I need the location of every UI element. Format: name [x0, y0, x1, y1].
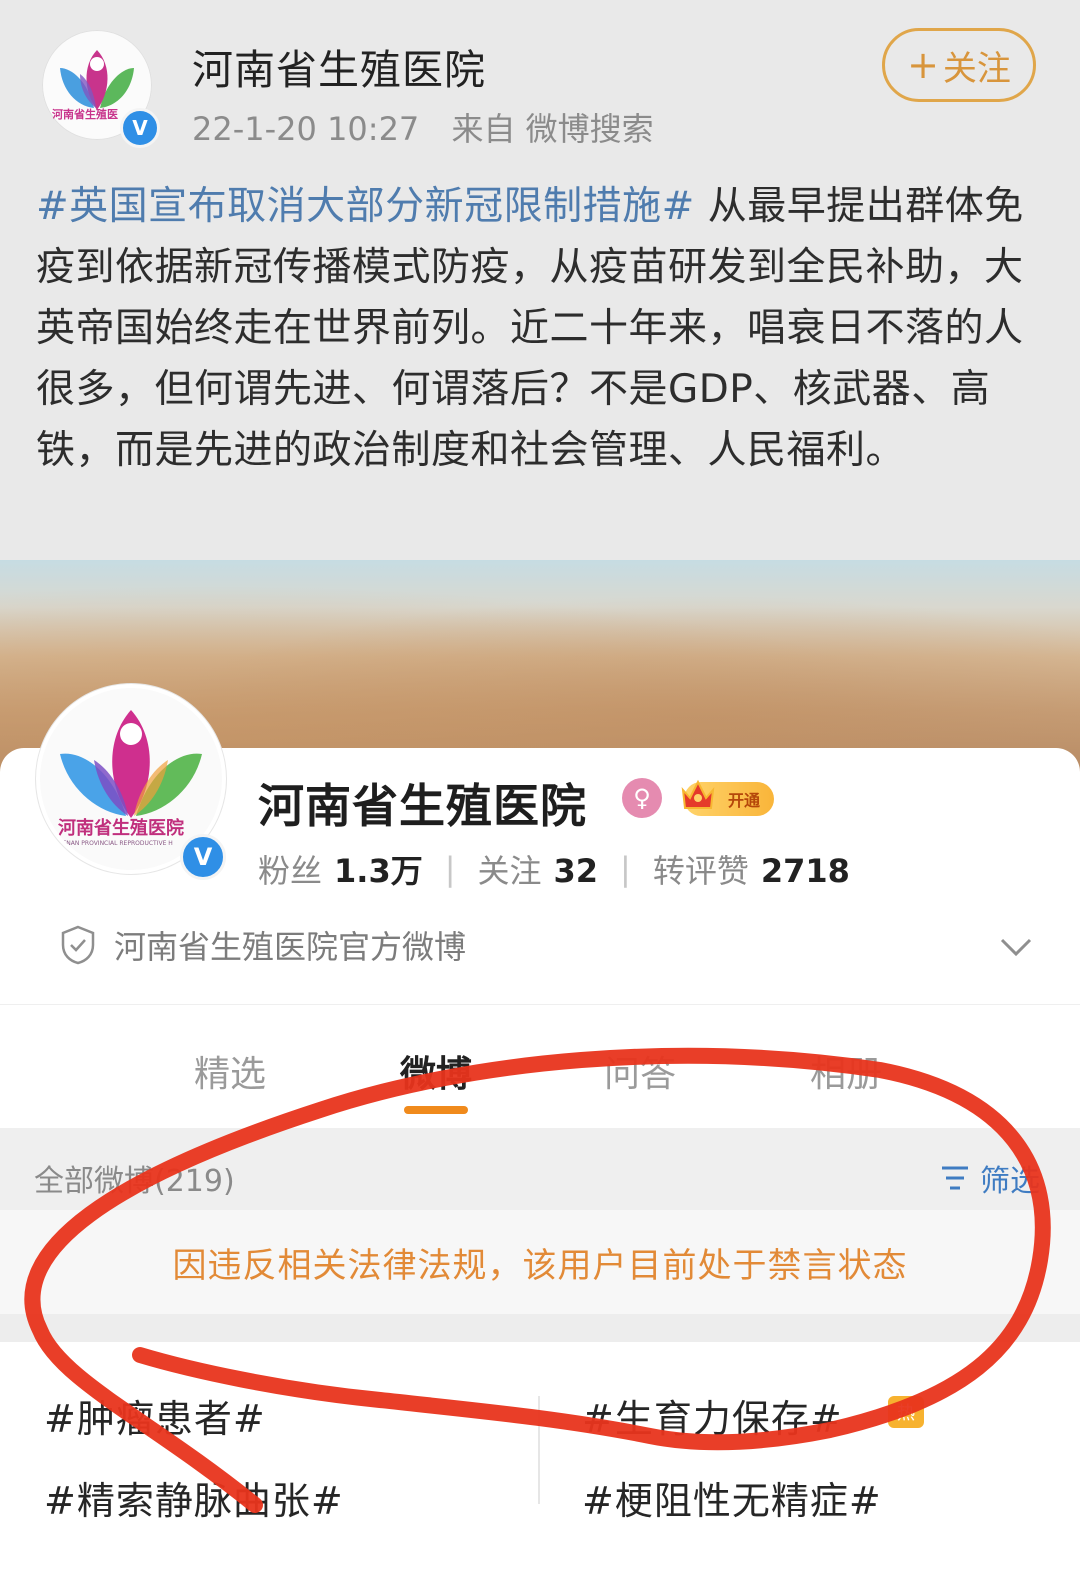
logo-chinese-text: 河南省生殖医院: [58, 818, 184, 839]
section-gap: [0, 1314, 1080, 1342]
banned-notice: 因违反相关法律法规，该用户目前处于禁言状态: [0, 1210, 1080, 1314]
stat-divider: |: [444, 850, 456, 888]
following-count: 32: [553, 852, 599, 890]
vip-label: 开通: [727, 791, 760, 810]
post-time: 22-1-20 10:27: [192, 110, 420, 148]
female-icon: ♀: [622, 778, 662, 818]
crown-icon: [681, 779, 715, 809]
plus-icon: +: [907, 43, 939, 87]
verified-text: 河南省生殖医院官方微博: [114, 928, 467, 966]
interactions-count: 2718: [760, 852, 850, 890]
fans-label: 粉丝: [258, 852, 323, 890]
fans-count: 1.3万: [334, 852, 423, 890]
stat-divider: |: [620, 850, 631, 888]
topic-link[interactable]: #精索静脉曲张#: [44, 1470, 344, 1525]
filter-button[interactable]: 筛选: [940, 1156, 1040, 1200]
verified-icon: V: [120, 108, 160, 148]
tab-featured[interactable]: 精选: [194, 1045, 266, 1097]
logo-small-text: 河南省生殖医: [52, 108, 118, 121]
interactions-stat[interactable]: 转评赞 2718: [653, 846, 850, 892]
following-label: 关注: [477, 852, 542, 890]
profile-name: 河南省生殖医院: [258, 779, 587, 833]
topics-panel: [0, 1342, 1080, 1576]
post-source: 来自 微博搜索: [451, 110, 654, 148]
logo-english-text: HENAN PROVINCIAL REPRODUCTIVE H: [58, 840, 173, 847]
follow-button[interactable]: + 关注: [882, 28, 1036, 102]
feed-count: 全部微博(219): [34, 1164, 235, 1199]
chevron-down-icon[interactable]: [996, 932, 1036, 962]
post-meta: 22-1-20 10:27 来自 微博搜索: [192, 104, 654, 150]
fans-stat[interactable]: 粉丝 1.3万: [258, 846, 423, 892]
active-tab-indicator: [404, 1106, 468, 1114]
hot-badge: 热: [888, 1396, 924, 1428]
profile-stats: 粉丝 1.3万 | 关注 32 | 转评赞 2718: [258, 846, 850, 892]
tab-album[interactable]: 相册: [810, 1045, 882, 1097]
shield-check-icon: [61, 925, 95, 965]
tab-weibo[interactable]: 微博: [400, 1045, 472, 1097]
topic-link[interactable]: #肿瘤患者#: [44, 1388, 266, 1443]
post-hashtag-link[interactable]: #英国宣布取消大部分新冠限制措施#: [36, 184, 695, 229]
topic-link[interactable]: #生育力保存#: [582, 1388, 843, 1443]
tab-qa[interactable]: 问答: [604, 1045, 676, 1097]
interactions-label: 转评赞: [652, 852, 749, 890]
filter-icon: [942, 1166, 968, 1190]
post-author-name[interactable]: 河南省生殖医院: [192, 36, 486, 96]
verified-icon: V: [180, 834, 226, 880]
post-body: #英国宣布取消大部分新冠限制措施# 从最早提出群体免疫到依据新冠传播模式防疫，从…: [36, 176, 1036, 481]
verified-description[interactable]: 河南省生殖医院官方微博: [60, 922, 466, 968]
following-stat[interactable]: 关注 32: [478, 846, 599, 892]
topic-divider: [538, 1396, 540, 1504]
filter-label: 筛选: [980, 1164, 1040, 1199]
topic-link[interactable]: #梗阻性无精症#: [582, 1470, 882, 1525]
banned-notice-text: 因违反相关法律法规，该用户目前处于禁言状态: [172, 1245, 908, 1286]
profile-tabs: 精选 微博 问答 相册: [0, 1004, 1080, 1129]
follow-label: 关注: [942, 48, 1011, 89]
